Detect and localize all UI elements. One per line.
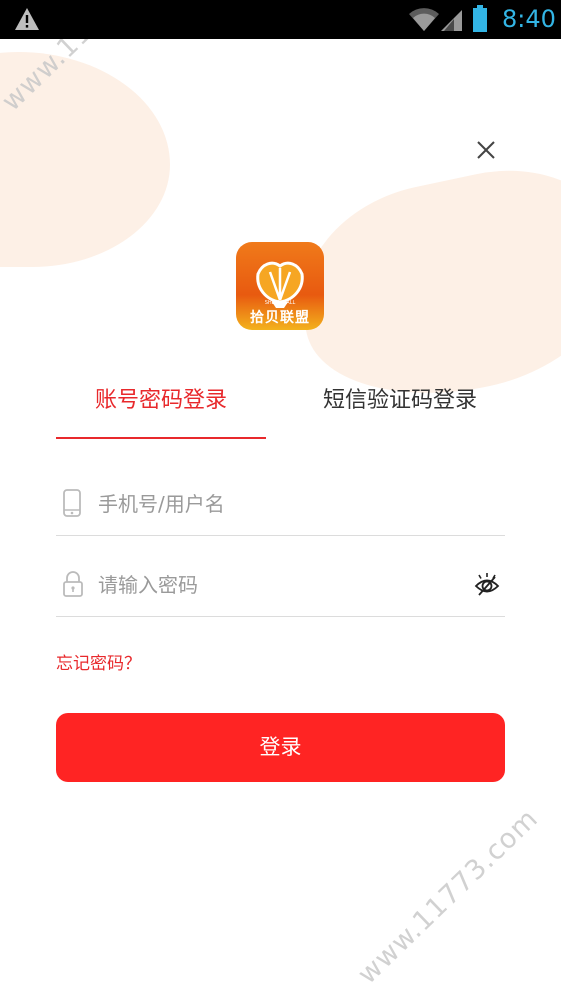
phone-icon (62, 489, 82, 521)
app-logo: SHELL MALL 拾贝联盟 (236, 242, 324, 330)
close-icon (477, 141, 495, 159)
login-tabs: 账号密码登录 短信验证码登录 (56, 380, 505, 440)
tab-account-password[interactable]: 账号密码登录 (56, 380, 266, 440)
watermark-bottom: www.11773.com (352, 803, 545, 991)
password-field (56, 554, 505, 617)
lock-icon (62, 570, 84, 602)
password-input[interactable] (98, 568, 458, 602)
phone-field (56, 473, 505, 536)
warning-icon (14, 7, 40, 35)
eye-hidden-icon (474, 573, 500, 596)
signal-icon (440, 8, 464, 36)
logo-name: 拾贝联盟 (250, 310, 310, 326)
wifi-icon (408, 6, 440, 36)
password-visibility-toggle[interactable] (473, 571, 501, 603)
status-bar: 8:40 (0, 0, 561, 39)
phone-input[interactable] (98, 487, 458, 521)
close-button[interactable] (472, 136, 500, 164)
status-time: 8:40 (502, 5, 556, 33)
forgot-password-link[interactable]: 忘记密码？ (56, 652, 141, 676)
active-tab-indicator (56, 437, 266, 439)
logo-subtitle: SHELL MALL (264, 300, 296, 306)
battery-icon (472, 5, 488, 37)
tab-sms-code[interactable]: 短信验证码登录 (295, 380, 505, 440)
login-button[interactable]: 登录 (56, 713, 505, 782)
login-screen: www.11773.com www.11773.com 8:40 SHELL M… (0, 0, 561, 999)
